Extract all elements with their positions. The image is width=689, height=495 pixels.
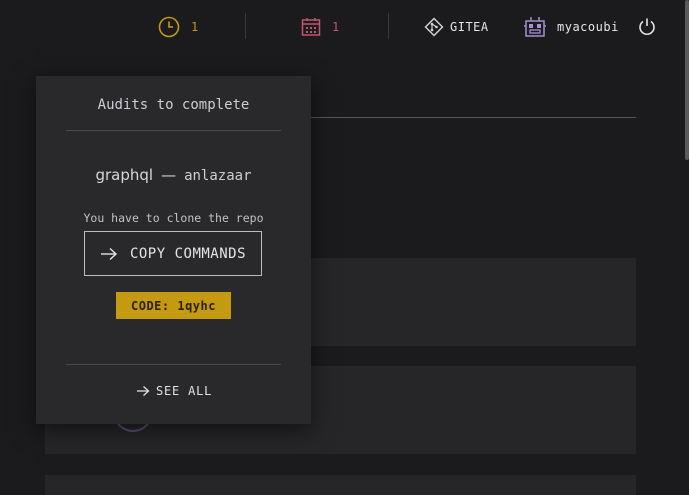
content-card bbox=[45, 475, 636, 495]
divider bbox=[66, 130, 281, 131]
events-indicator[interactable]: 1 bbox=[301, 14, 340, 40]
audit-code-badge: CODE: 1qyhc bbox=[116, 292, 231, 319]
see-all-link[interactable]: SEE ALL bbox=[136, 381, 212, 401]
divider bbox=[66, 364, 281, 365]
logout-button[interactable] bbox=[637, 14, 657, 40]
copy-commands-button[interactable]: COPY COMMANDS bbox=[84, 231, 262, 276]
audit-instruction: You have to clone the repo bbox=[83, 211, 264, 225]
gitea-link[interactable]: GITEA bbox=[424, 14, 489, 40]
see-all-label: SEE ALL bbox=[156, 384, 213, 398]
audited-user: anlazaar bbox=[184, 168, 252, 184]
project-name: graphql bbox=[95, 166, 154, 184]
divider bbox=[388, 13, 389, 39]
audit-item-header: graphql — anlazaar bbox=[36, 166, 311, 184]
events-count: 1 bbox=[332, 20, 340, 34]
panel-title: Audits to complete bbox=[97, 97, 250, 113]
gitea-label: GITEA bbox=[450, 20, 489, 34]
git-icon bbox=[424, 17, 444, 37]
calendar-icon bbox=[301, 17, 321, 37]
user-profile-link[interactable]: myacoubi bbox=[523, 14, 619, 40]
divider bbox=[245, 13, 246, 39]
scrollbar[interactable] bbox=[685, 0, 689, 160]
top-bar: 1 1 GITEA myacoubi bbox=[0, 0, 689, 54]
power-icon bbox=[637, 17, 657, 37]
divider bbox=[310, 117, 636, 118]
arrow-right-icon bbox=[100, 247, 118, 261]
separator: — bbox=[161, 166, 177, 184]
robot-avatar-icon bbox=[523, 15, 547, 39]
audits-dropdown-panel: Audits to complete graphql — anlazaar You … bbox=[36, 76, 311, 424]
copy-commands-label: COPY COMMANDS bbox=[129, 245, 247, 262]
arrow-right-icon bbox=[136, 385, 150, 397]
username: myacoubi bbox=[557, 20, 619, 34]
clock-icon bbox=[158, 16, 180, 38]
pending-count: 1 bbox=[191, 20, 199, 34]
pending-audits-indicator[interactable]: 1 bbox=[158, 14, 199, 40]
